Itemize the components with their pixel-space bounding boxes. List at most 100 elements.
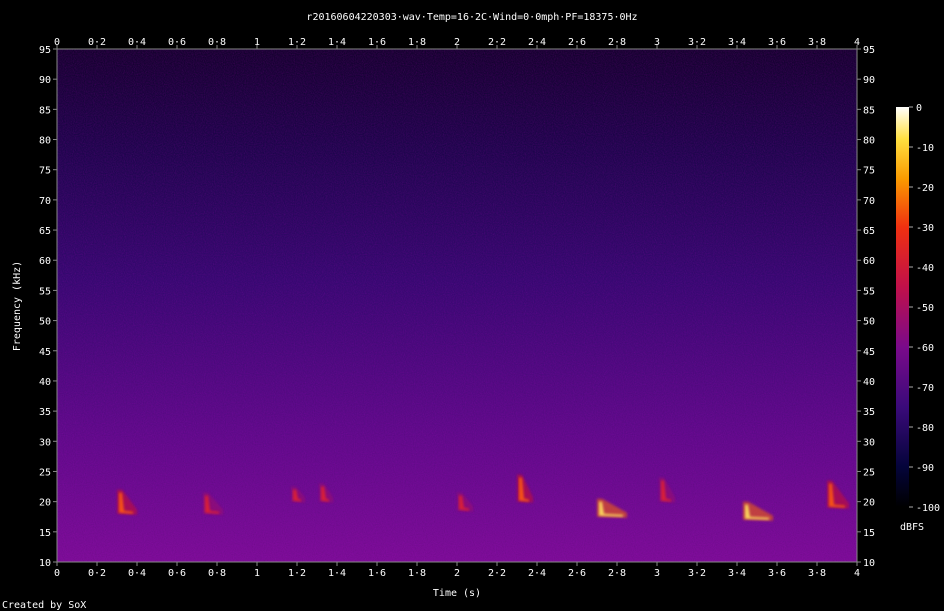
colorbar-tick-label: -60	[916, 343, 934, 354]
x-tick-label-bottom: 1·2	[288, 568, 306, 579]
x-tick-label-top: 3·4	[728, 37, 746, 48]
colorbar-tick-label: -80	[916, 423, 934, 434]
y-tick-label-left: 35	[39, 407, 51, 418]
x-tick-label-top: 3·2	[688, 37, 706, 48]
x-tick-label-bottom: 2·6	[568, 568, 586, 579]
footer-credit: Created by SoX	[2, 600, 86, 611]
y-tick-label-right: 20	[863, 498, 875, 509]
x-tick-label-top: 0	[54, 37, 60, 48]
x-axis-label: Time (s)	[433, 588, 481, 599]
x-tick-label-bottom: 2	[454, 568, 460, 579]
colorbar-tick-label: -30	[916, 223, 934, 234]
x-tick-label-top: 1·6	[368, 37, 386, 48]
x-tick-label-top: 2·2	[488, 37, 506, 48]
x-tick-label-bottom: 1·4	[328, 568, 346, 579]
y-tick-label-right: 35	[863, 407, 875, 418]
x-tick-label-top: 0·8	[208, 37, 226, 48]
y-tick-label-right: 95	[863, 45, 875, 56]
y-tick-label-right: 50	[863, 317, 875, 328]
colorbar-gradient	[896, 107, 909, 507]
y-ticks-left: 10 15 20 25 30 35 40 45 50 55 60 65 70 75 80 85 90 95	[39, 45, 57, 569]
x-tick-label-top: 3	[654, 37, 660, 48]
y-tick-label-right: 90	[863, 75, 875, 86]
y-tick-label-right: 60	[863, 256, 875, 267]
x-tick-label-bottom: 0·4	[128, 568, 146, 579]
colorbar-tick-label: -40	[916, 263, 934, 274]
x-tick-label-top: 0·4	[128, 37, 146, 48]
y-tick-label-right: 10	[863, 558, 875, 569]
colorbar-label: dBFS	[900, 522, 924, 533]
x-tick-label-bottom: 0·6	[168, 568, 186, 579]
y-ticks-right: 10 15 20 25 30 35 40 45 50 55 60 65 70 75 80 85 90 95	[857, 45, 875, 569]
y-tick-label-left: 65	[39, 226, 51, 237]
x-tick-label-top: 2·6	[568, 37, 586, 48]
x-tick-label-bottom: 0·2	[88, 568, 106, 579]
y-tick-label-right: 75	[863, 166, 875, 177]
y-tick-label-right: 80	[863, 136, 875, 147]
x-tick-label-top: 2·8	[608, 37, 626, 48]
x-tick-label-top: 3·8	[808, 37, 826, 48]
y-tick-label-right: 30	[863, 437, 875, 448]
chart-title: r20160604220303·wav·Temp=16·2C·Wind=0·0m…	[306, 12, 637, 23]
y-tick-label-left: 10	[39, 558, 51, 569]
x-tick-label-bottom: 2·2	[488, 568, 506, 579]
x-tick-label-bottom: 2·4	[528, 568, 546, 579]
y-tick-label-right: 55	[863, 286, 875, 297]
y-tick-label-left: 80	[39, 136, 51, 147]
x-tick-label-top: 1·4	[328, 37, 346, 48]
y-tick-label-right: 85	[863, 105, 875, 116]
y-tick-label-left: 15	[39, 528, 51, 539]
x-ticks-bottom: 0 0·2 0·4 0·6 0·8 1 1·2 1·4 1·6 1·8 2 2·2 2·4 2·6 2·8 3…	[54, 562, 860, 579]
y-axis-label: Frequency (kHz)	[12, 261, 23, 351]
x-tick-label-bottom: 0	[54, 568, 60, 579]
y-tick-label-left: 45	[39, 347, 51, 358]
x-tick-label-bottom: 3·8	[808, 568, 826, 579]
x-tick-label-bottom: 1	[254, 568, 260, 579]
colorbar-tick-label: -70	[916, 383, 934, 394]
colorbar-ticks: 0 -10 -20 -30 -40 -50 -60 -70 -80 -90 -100	[909, 103, 940, 514]
x-tick-label-bottom: 3·2	[688, 568, 706, 579]
colorbar: 0 -10 -20 -30 -40 -50 -60 -70 -80 -90 -100 dBFS	[896, 103, 940, 533]
x-tick-label-top: 3·6	[768, 37, 786, 48]
y-tick-label-left: 95	[39, 45, 51, 56]
plot-area	[56, 48, 858, 563]
colorbar-tick-label: -100	[916, 503, 940, 514]
y-tick-label-right: 25	[863, 467, 875, 478]
x-ticks-top: 0 0·2 0·4 0·6 0·8 1 1·2 1·4 1·6 1·8 2 2·2 2·4 2·6 2·8 3…	[54, 37, 860, 49]
x-tick-label-top: 1·2	[288, 37, 306, 48]
y-tick-label-left: 85	[39, 105, 51, 116]
y-tick-label-left: 40	[39, 377, 51, 388]
y-tick-label-left: 30	[39, 437, 51, 448]
x-tick-label-top: 2	[454, 37, 460, 48]
colorbar-tick-label: -10	[916, 143, 934, 154]
x-tick-label-top: 0·2	[88, 37, 106, 48]
colorbar-tick-label: -20	[916, 183, 934, 194]
colorbar-tick-label: -50	[916, 303, 934, 314]
x-tick-label-bottom: 4	[854, 568, 860, 579]
y-tick-label-left: 60	[39, 256, 51, 267]
y-tick-label-right: 70	[863, 196, 875, 207]
y-tick-label-right: 45	[863, 347, 875, 358]
y-tick-label-right: 40	[863, 377, 875, 388]
x-tick-label-top: 1·8	[408, 37, 426, 48]
spectrogram-noise	[57, 49, 857, 562]
x-tick-label-bottom: 1·6	[368, 568, 386, 579]
y-tick-label-left: 20	[39, 498, 51, 509]
spectrogram-chart: r20160604220303·wav·Temp=16·2C·Wind=0·0m…	[2, 12, 940, 611]
x-tick-label-bottom: 1·8	[408, 568, 426, 579]
y-tick-label-left: 90	[39, 75, 51, 86]
y-tick-label-left: 70	[39, 196, 51, 207]
x-tick-label-bottom: 2·8	[608, 568, 626, 579]
x-tick-label-bottom: 0·8	[208, 568, 226, 579]
y-tick-label-left: 50	[39, 317, 51, 328]
x-tick-label-top: 4	[854, 37, 860, 48]
y-tick-label-left: 25	[39, 467, 51, 478]
x-tick-label-bottom: 3	[654, 568, 660, 579]
x-tick-label-bottom: 3·6	[768, 568, 786, 579]
y-tick-label-left: 55	[39, 286, 51, 297]
colorbar-tick-label: -90	[916, 463, 934, 474]
x-tick-label-bottom: 3·4	[728, 568, 746, 579]
x-tick-label-top: 2·4	[528, 37, 546, 48]
x-tick-label-top: 1	[254, 37, 260, 48]
y-tick-label-right: 15	[863, 528, 875, 539]
